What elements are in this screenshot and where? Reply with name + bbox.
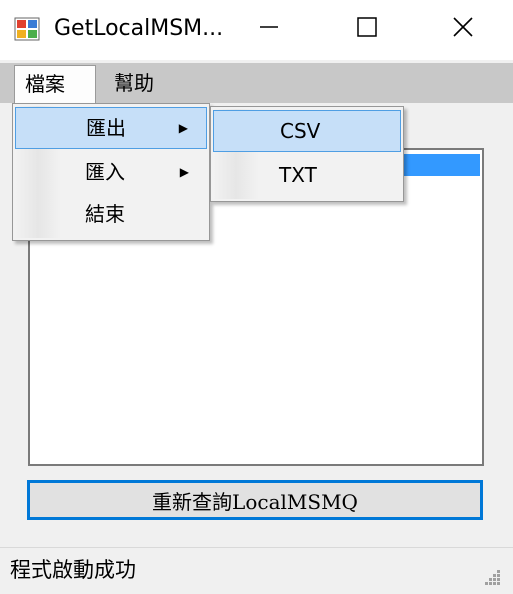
requery-button[interactable]: 重新查詢LocalMSMQ <box>27 480 483 520</box>
submenu-arrow-icon: ▶ <box>179 165 189 179</box>
window-title: GetLocalMSM... <box>54 16 224 41</box>
title-bar: GetLocalMSM... <box>0 0 513 60</box>
status-text: 程式啟動成功 <box>10 558 136 582</box>
export-submenu: CSV TXT <box>210 106 404 202</box>
maximize-icon <box>357 17 377 43</box>
menu-item-txt[interactable]: TXT <box>213 155 401 197</box>
menu-item-txt-label: TXT <box>279 163 317 187</box>
menu-item-csv[interactable]: CSV <box>213 110 401 152</box>
menu-file[interactable]: 檔案 <box>14 65 96 105</box>
menu-help-label: 幫助 <box>114 71 154 95</box>
submenu-arrow-icon: ▶ <box>178 121 188 135</box>
menu-item-exit[interactable]: 結束 <box>15 194 207 236</box>
menu-item-export[interactable]: 匯出 ▶ <box>15 107 207 149</box>
menu-item-export-label: 匯出 <box>86 116 126 140</box>
menu-bar: 檔案 幫助 <box>0 63 513 105</box>
menu-file-label: 檔案 <box>25 72 65 96</box>
menu-item-csv-label: CSV <box>280 119 321 143</box>
status-bar: 程式啟動成功 <box>0 547 513 594</box>
app-icon <box>14 17 40 41</box>
minimize-button[interactable] <box>238 0 300 60</box>
maximize-button[interactable] <box>336 0 398 60</box>
app-window: GetLocalMSM... 檔案 幫助 重新查詢LocalMSMQ 程式啟動成… <box>0 0 513 594</box>
menu-help[interactable]: 幫助 <box>104 65 164 101</box>
close-button[interactable] <box>432 0 494 60</box>
resize-grip-icon[interactable] <box>483 568 501 586</box>
menu-item-import-label: 匯入 <box>85 160 125 184</box>
menu-item-import[interactable]: 匯入 ▶ <box>15 152 207 194</box>
close-icon <box>452 16 474 44</box>
minimize-icon <box>259 17 279 43</box>
file-menu-dropdown: 匯出 ▶ 匯入 ▶ 結束 <box>12 103 210 241</box>
menu-item-exit-label: 結束 <box>85 202 125 226</box>
